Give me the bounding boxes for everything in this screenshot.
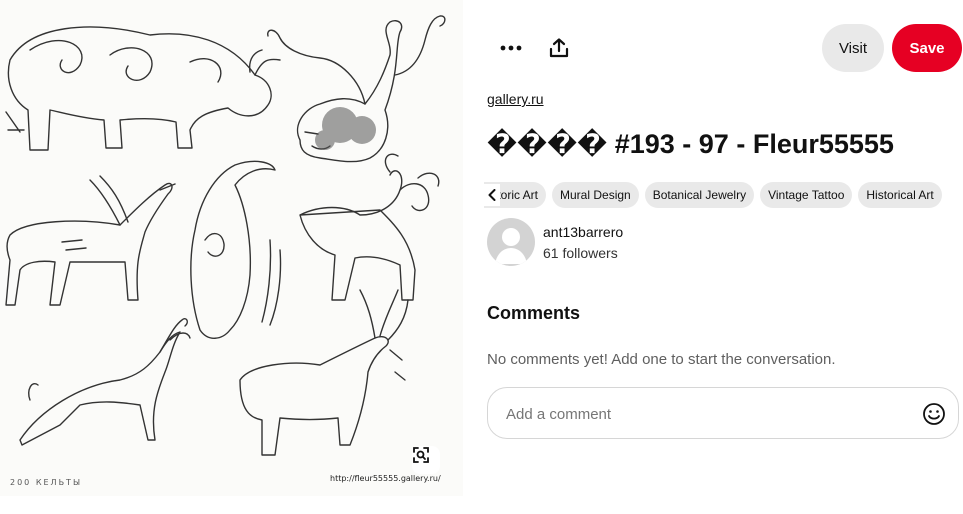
goat-shading [315,107,376,150]
tag-chip[interactable]: Historical Art [858,182,942,208]
comment-box[interactable] [487,387,959,439]
image-watermark: http://fleur55555.gallery.ru/ [330,474,441,483]
tags-row: Historic Art Mural Design Botanical Jewe… [484,180,963,210]
follower-count: 61 followers [543,245,618,261]
author-name[interactable]: ant13barrero [543,224,623,240]
image-footer-text: 200 КЕЛЬТЫ [10,478,82,487]
more-options-button[interactable] [496,33,526,63]
pin-title: ���� #193 - 97 - Fleur55555 [487,129,894,159]
comments-heading: Comments [487,303,581,323]
default-avatar-icon [495,228,527,264]
tag-chip[interactable]: Vintage Tattoo [760,182,853,208]
ellipsis-icon [500,45,522,51]
author-avatar[interactable] [487,218,535,266]
celtic-animals-drawing [5,15,446,456]
share-upload-icon [549,38,569,58]
visual-search-button[interactable] [412,446,440,474]
smiley-emoji-icon [923,403,945,425]
chevron-left-icon [488,189,496,201]
no-comments-text: No comments yet! Add one to start the co… [487,351,836,368]
source-link[interactable]: gallery.ru [487,91,544,107]
comment-input[interactable] [504,400,908,428]
tags-scroll-left-button[interactable] [484,184,500,206]
emoji-button[interactable] [922,402,946,426]
tag-chip[interactable]: Botanical Jewelry [644,182,755,208]
pin-image[interactable]: 200 КЕЛЬТЫ http://fleur55555.gallery.ru/ [0,0,463,496]
save-button[interactable]: Save [892,24,962,72]
tag-chip[interactable]: Mural Design [552,182,639,208]
visual-search-icon [413,447,429,463]
share-button[interactable] [544,33,574,63]
visit-button[interactable]: Visit [822,24,884,72]
